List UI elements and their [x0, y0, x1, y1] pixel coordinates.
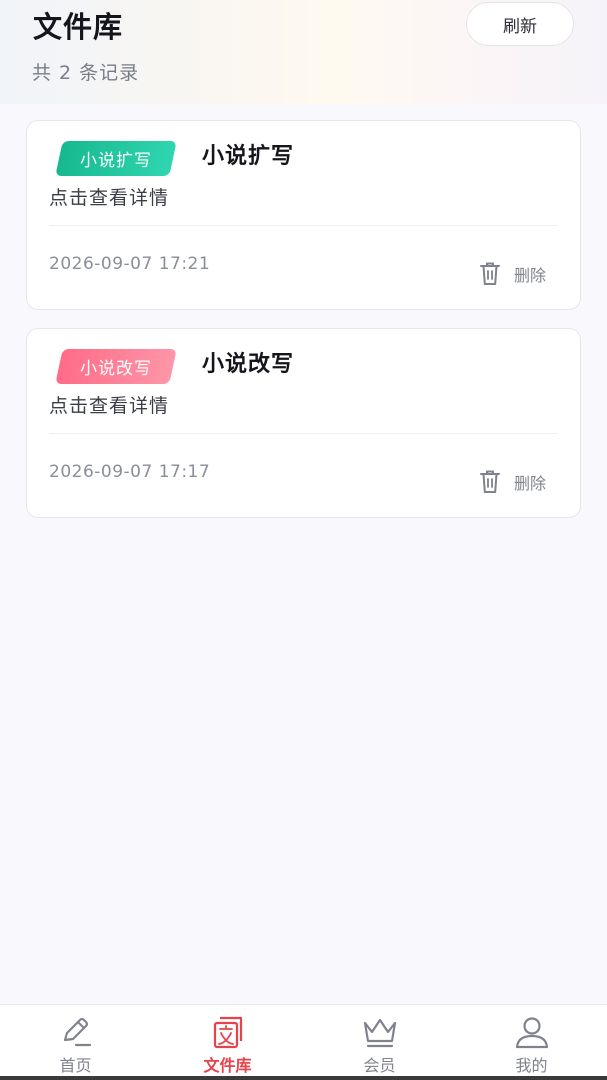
page-title: 文件库 [33, 10, 124, 44]
refresh-button[interactable]: 刷新 [466, 2, 574, 46]
file-card[interactable]: 小说扩写 小说扩写 点击查看详情 2026-09-07 17:21 删除 [26, 120, 581, 310]
file-timestamp: 2026-09-07 17:17 [49, 462, 211, 482]
file-title: 小说改写 [202, 352, 295, 377]
tab-home[interactable]: 首页 [0, 1005, 151, 1079]
tab-file-library[interactable]: 文件库 [152, 1005, 303, 1079]
delete-label: 删除 [514, 474, 547, 493]
tab-label: 会员 [363, 1056, 396, 1075]
divider [49, 225, 558, 226]
file-card[interactable]: 小说改写 小说改写 点击查看详情 2026-09-07 17:17 删除 [26, 328, 581, 518]
tab-profile[interactable]: 我的 [456, 1005, 607, 1079]
delete-label: 删除 [514, 266, 547, 285]
user-icon [515, 1017, 548, 1049]
file-timestamp: 2026-09-07 17:21 [49, 254, 211, 274]
divider [49, 433, 558, 434]
file-title: 小说扩写 [202, 144, 295, 169]
trash-icon [480, 262, 500, 285]
screen-bottom-edge [0, 1076, 607, 1080]
category-tag: 小说改写 [80, 359, 152, 379]
tab-label: 我的 [515, 1056, 548, 1075]
trash-icon [480, 470, 500, 493]
tab-membership[interactable]: 会员 [304, 1005, 455, 1079]
tab-label: 首页 [59, 1056, 92, 1075]
record-count: 共 2 条记录 [32, 62, 140, 84]
pencil-icon [63, 1017, 91, 1047]
crown-icon [363, 1018, 396, 1048]
view-details-link[interactable]: 点击查看详情 [49, 391, 169, 418]
view-details-link[interactable]: 点击查看详情 [49, 183, 169, 210]
category-tag: 小说扩写 [80, 151, 152, 171]
document-library-icon [213, 1016, 242, 1049]
bottom-tab-bar: 首页 文件库 会员 我的 [0, 1004, 607, 1080]
delete-button[interactable]: 删除 [478, 467, 558, 497]
tab-label: 文件库 [203, 1056, 252, 1075]
delete-button[interactable]: 删除 [478, 259, 558, 289]
